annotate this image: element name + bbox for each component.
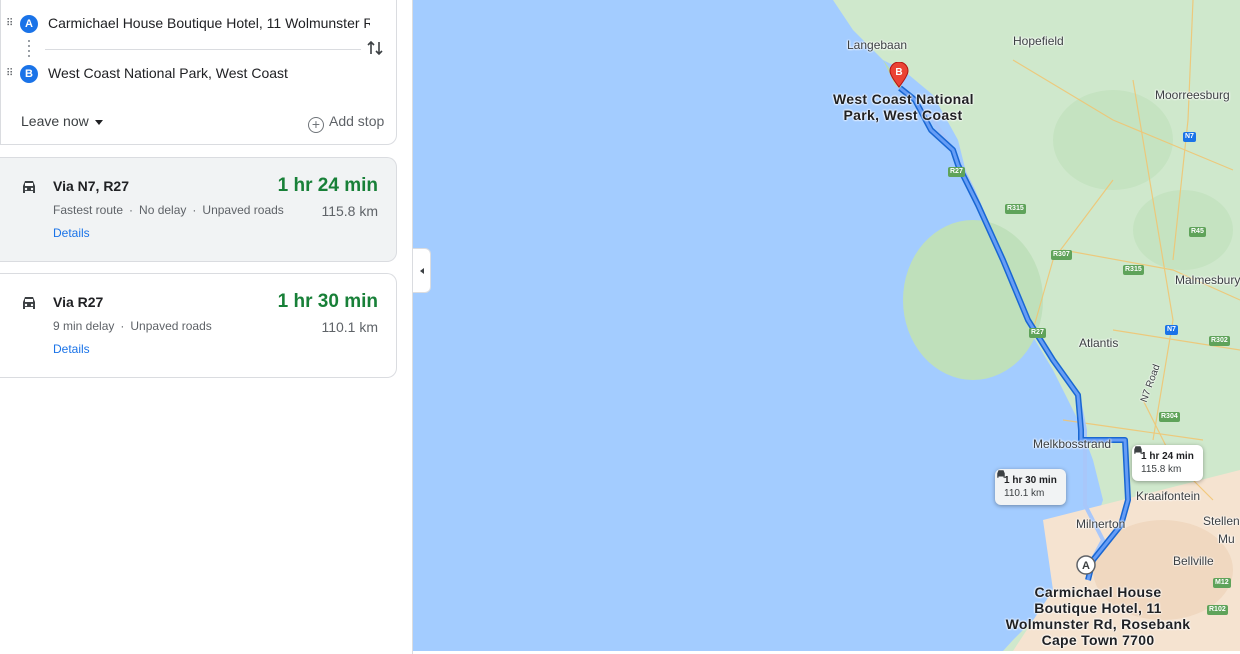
label-line: Cape Town 7700 [1041, 632, 1155, 648]
bubble-distance: 110.1 km [1004, 488, 1045, 499]
label-line: Park, West Coast [843, 107, 963, 123]
leave-now-dropdown[interactable]: Leave now [21, 113, 103, 129]
car-icon [23, 181, 35, 193]
label-line: Wolmunster Rd, Rosebank [1005, 616, 1191, 632]
place-label: Mu [1218, 532, 1235, 546]
origin-map-label: Carmichael House Boutique Hotel, 11 Wolm… [998, 584, 1198, 648]
directions-panel: ⠿ A Carmichael House Boutique Hotel, 11 … [0, 0, 413, 654]
marker-letter: B [895, 67, 902, 78]
route-distance: 115.8 km [321, 203, 378, 219]
route-details-link[interactable]: Details [53, 342, 90, 356]
road-shield: R315 [1123, 265, 1144, 275]
destination-badge: B [20, 65, 38, 83]
route-time: 1 hr 30 min [277, 291, 378, 312]
road-shield: R302 [1209, 336, 1230, 346]
marker-letter: A [1082, 560, 1090, 572]
label-line: Boutique Hotel, 11 [1034, 600, 1162, 616]
route-notes: Fastest route · No delay · Unpaved roads [53, 203, 284, 217]
route-bubble-primary[interactable]: 1 hr 24 min 115.8 km [1132, 445, 1203, 481]
road-shield: R304 [1159, 412, 1180, 422]
collapse-panel-button[interactable] [413, 248, 431, 293]
map-canvas[interactable]: Langebaan Hopefield Moorreesburg Malmesb… [413, 0, 1240, 651]
route-dots [28, 40, 30, 58]
road-shield: R27 [1029, 328, 1046, 338]
route-note: Unpaved roads [130, 319, 212, 333]
add-circle-icon: + [308, 117, 324, 133]
road-shield: R307 [1051, 250, 1072, 260]
road-shield: N7 [1165, 325, 1178, 335]
place-label: Melkbosstrand [1033, 437, 1112, 451]
road-shield: R45 [1189, 227, 1206, 237]
label-line: Carmichael House [1034, 584, 1162, 600]
place-label: Milnerton [1076, 517, 1126, 531]
directions-app: ⠿ A Carmichael House Boutique Hotel, 11 … [0, 0, 1240, 654]
place-label: Moorreesburg [1155, 88, 1230, 102]
place-label: Langebaan [847, 38, 908, 52]
destination-marker-icon[interactable]: B [889, 62, 909, 88]
route-note: Fastest route [53, 203, 124, 217]
route-bubble-alternate[interactable]: 1 hr 30 min 110.1 km [995, 469, 1066, 505]
road-shield: R102 [1207, 605, 1228, 615]
route-distance: 110.1 km [321, 319, 378, 335]
leave-now-label: Leave now [21, 113, 89, 129]
bubble-time: 1 hr 24 min [1141, 451, 1194, 462]
place-label: Hopefield [1013, 34, 1064, 48]
add-stop-label: Add stop [329, 113, 385, 129]
route-note: Unpaved roads [202, 203, 284, 217]
route-via: Via R27 [53, 294, 104, 310]
map-graphics [833, 0, 1240, 651]
place-label: Bellville [1173, 554, 1214, 568]
car-icon [1134, 446, 1142, 454]
route-notes: 9 min delay · Unpaved roads [53, 319, 212, 333]
place-label: Atlantis [1079, 336, 1119, 350]
route-note: 9 min delay [53, 319, 115, 333]
origin-badge: A [20, 15, 38, 33]
swap-icon[interactable] [365, 38, 385, 58]
waypoints-card: ⠿ A Carmichael House Boutique Hotel, 11 … [0, 0, 397, 145]
drag-handle-icon[interactable]: ⠿ [6, 18, 14, 30]
add-stop-button[interactable]: + Add stop [308, 113, 384, 133]
car-icon [23, 297, 35, 309]
destination-map-label: West Coast National Park, West Coast [833, 91, 974, 123]
waypoint-divider [45, 49, 361, 50]
bubble-time: 1 hr 30 min [1004, 475, 1057, 486]
road-shield: R27 [948, 167, 965, 177]
place-label: Kraaifontein [1136, 489, 1201, 503]
caret-down-icon [94, 119, 103, 125]
origin-marker-icon[interactable]: A [1076, 555, 1096, 577]
label-line: West Coast National [833, 91, 974, 107]
origin-input[interactable]: Carmichael House Boutique Hotel, 11 Wolm… [48, 15, 370, 31]
bubble-distance: 115.8 km [1141, 464, 1182, 475]
drag-handle-icon[interactable]: ⠿ [6, 68, 14, 80]
route-time: 1 hr 24 min [277, 175, 378, 196]
route-details-link[interactable]: Details [53, 226, 90, 240]
road-shield: M12 [1213, 578, 1231, 588]
place-label: Malmesbury [1175, 273, 1240, 287]
place-label: Stellen [1203, 514, 1240, 528]
car-icon [997, 470, 1005, 478]
route-note: No delay [139, 203, 187, 217]
destination-input[interactable]: West Coast National Park, West Coast [48, 65, 288, 81]
route-option-2[interactable]: Via R27 1 hr 30 min 9 min delay · Unpaved … [0, 273, 397, 378]
road-shield: R315 [1005, 204, 1026, 214]
route-via: Via N7, R27 [53, 178, 130, 194]
road-shield: N7 [1183, 132, 1196, 142]
route-option-1[interactable]: Via N7, R27 1 hr 24 min Fastest route · No… [0, 157, 397, 262]
